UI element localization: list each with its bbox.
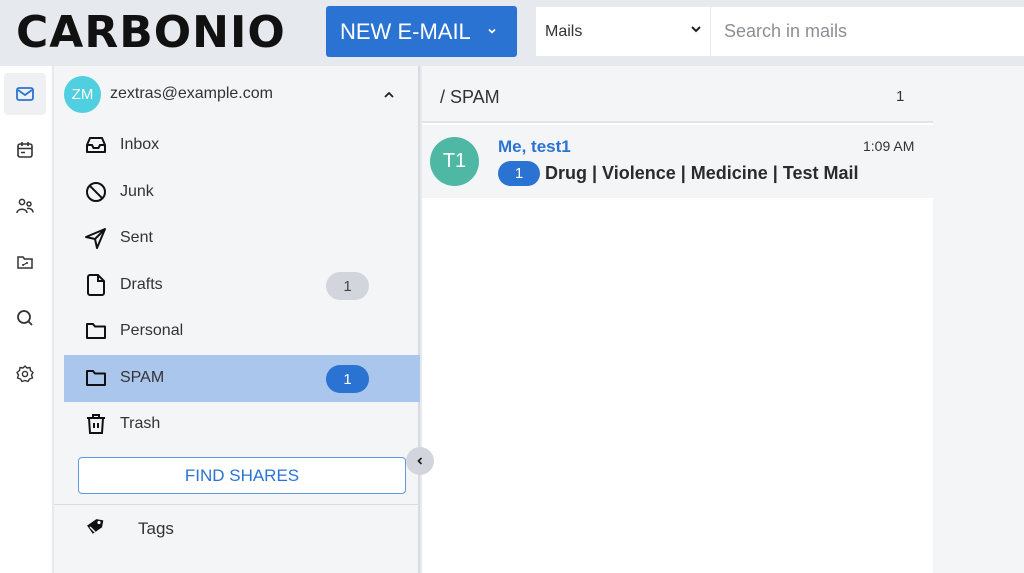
folder-label: Trash bbox=[120, 415, 161, 432]
folder-junk[interactable]: Junk bbox=[64, 169, 420, 216]
primary-bar-settings[interactable] bbox=[4, 353, 46, 395]
sent-icon bbox=[85, 228, 106, 249]
unread-badge: 1 bbox=[326, 272, 369, 300]
primary-bar-search[interactable] bbox=[4, 297, 46, 339]
drafts-icon bbox=[87, 274, 105, 296]
tags-label: Tags bbox=[138, 519, 174, 538]
mail-sender: Me, test1 bbox=[498, 137, 571, 156]
folder-inbox[interactable]: Inbox bbox=[64, 122, 420, 169]
chevron-up-icon[interactable] bbox=[382, 88, 396, 102]
folder-label: Junk bbox=[120, 183, 154, 200]
search-module-select[interactable]: Mails bbox=[536, 7, 710, 56]
collapse-sidebar-button[interactable] bbox=[406, 447, 434, 475]
folder-label: Sent bbox=[120, 229, 153, 246]
folder-drafts[interactable]: Drafts 1 bbox=[64, 262, 420, 309]
search-bar bbox=[711, 7, 1024, 56]
message-count: 1 bbox=[896, 88, 905, 105]
search-module-value: Mails bbox=[545, 22, 583, 40]
folder-spam[interactable]: SPAM 1 bbox=[64, 355, 420, 402]
tag-icon bbox=[87, 519, 104, 534]
chevron-down-icon bbox=[691, 26, 701, 33]
tags-section[interactable]: Tags bbox=[54, 506, 420, 550]
divider bbox=[54, 504, 420, 505]
list-header: / SPAM 1 bbox=[422, 66, 933, 123]
chevron-down-icon[interactable] bbox=[487, 24, 497, 39]
account-header[interactable]: ZM zextras@example.com bbox=[54, 66, 420, 122]
conversation-count-badge: 1 bbox=[498, 161, 540, 186]
mail-icon bbox=[16, 87, 34, 101]
primary-bar-contacts[interactable] bbox=[4, 185, 46, 227]
gear-icon bbox=[16, 365, 34, 383]
folder-sidebar: ZM zextras@example.com Inbox Junk Sent D… bbox=[54, 66, 420, 573]
search-icon bbox=[17, 310, 33, 326]
calendar-icon bbox=[17, 142, 33, 158]
trash-icon bbox=[87, 414, 105, 434]
mail-subject: Drug | Violence | Medicine | Test Mail bbox=[545, 163, 859, 183]
folder-personal[interactable]: Personal bbox=[64, 308, 420, 355]
chevron-left-icon bbox=[417, 457, 423, 465]
folder-icon bbox=[86, 370, 106, 386]
header: CARBONIO NEW E-MAIL Mails bbox=[0, 0, 1024, 66]
list-item[interactable]: T1 Me, test1 1:09 AM 1 Drug | Violence |… bbox=[422, 125, 933, 198]
new-email-button[interactable]: NEW E-MAIL bbox=[326, 6, 517, 57]
folder-icon bbox=[86, 323, 106, 339]
carbonio-logo: CARBONIO bbox=[16, 7, 286, 58]
avatar: T1 bbox=[430, 137, 479, 186]
mail-time: 1:09 AM bbox=[863, 138, 915, 154]
inbox-icon bbox=[86, 137, 106, 153]
search-input[interactable] bbox=[724, 21, 1024, 42]
junk-icon bbox=[86, 182, 106, 202]
avatar: ZM bbox=[64, 76, 101, 113]
folder-label: Inbox bbox=[120, 136, 160, 153]
contacts-icon bbox=[16, 198, 34, 214]
primary-bar-mail[interactable] bbox=[4, 73, 46, 115]
primary-bar-calendar[interactable] bbox=[4, 129, 46, 171]
folder-breadcrumb: / SPAM bbox=[440, 87, 500, 107]
folder-trash[interactable]: Trash bbox=[64, 401, 420, 448]
new-email-label: NEW E-MAIL bbox=[340, 18, 471, 44]
unread-badge: 1 bbox=[326, 365, 369, 393]
folder-sent[interactable]: Sent bbox=[64, 215, 420, 262]
reading-pane bbox=[933, 66, 1024, 573]
primary-bar-files[interactable] bbox=[4, 241, 46, 283]
files-icon bbox=[17, 256, 33, 269]
mail-list: / SPAM 1 T1 Me, test1 1:09 AM 1 Drug | V… bbox=[422, 66, 933, 573]
folder-label: Drafts bbox=[120, 276, 163, 293]
account-email: zextras@example.com bbox=[110, 85, 273, 102]
folder-label: Personal bbox=[120, 322, 184, 339]
primary-bar bbox=[0, 66, 53, 573]
folder-label: SPAM bbox=[120, 369, 165, 386]
find-shares-button[interactable]: FIND SHARES bbox=[78, 457, 406, 494]
